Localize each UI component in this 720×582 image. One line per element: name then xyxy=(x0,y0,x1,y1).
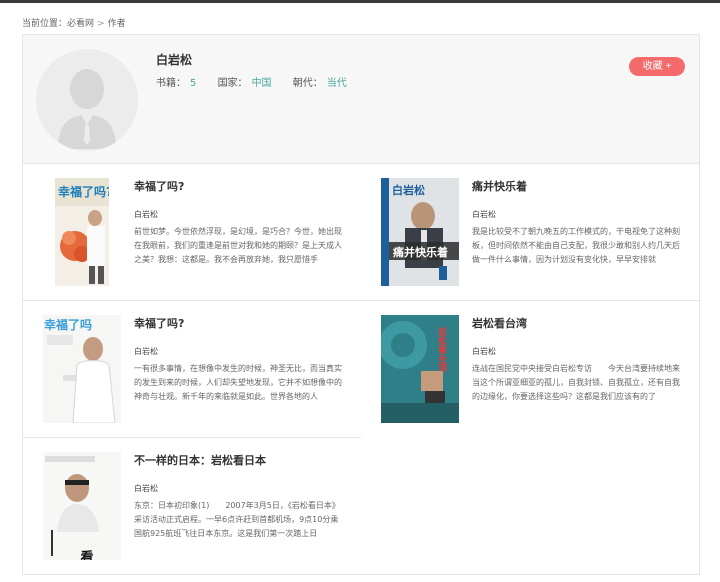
dynasty-link[interactable]: 当代 xyxy=(327,78,347,89)
dynasty-label: 朝代： xyxy=(292,78,323,89)
breadcrumb-home-link[interactable]: 必看网 xyxy=(67,19,94,29)
book-cover[interactable]: 幸福了吗? xyxy=(55,178,109,286)
book-cover-image: 幸福了吗? xyxy=(55,178,109,286)
book-cover-title-text: 幸福了吗 xyxy=(44,317,92,332)
country-link[interactable]: 中国 xyxy=(252,78,272,89)
book-title-link[interactable]: 幸福了吗? xyxy=(134,178,184,194)
book-author: 白岩松 xyxy=(472,210,496,219)
books-label: 书籍： xyxy=(156,78,186,89)
author-meta: 书籍： 5 国家： 中国 朝代： 当代 xyxy=(156,74,365,89)
book-cover-image: 看日本 xyxy=(43,452,121,560)
breadcrumb-current: 作者 xyxy=(107,19,126,29)
book-title-link[interactable]: 岩松看台湾 xyxy=(472,315,527,331)
book-cover-title-text: 幸福了吗? xyxy=(58,184,109,199)
book-title-link[interactable]: 不一样的日本：岩松看日本 xyxy=(134,452,266,468)
book-item[interactable]: 幸福了吗? 幸福了吗? 白岩松 前世如梦。今世依然浮现，是幻境，是巧合？今世，她… xyxy=(23,164,361,299)
book-description: 一有很多事情，在想像中发生的时候，神圣无比，而当真实的发生到来的时候，人们却失望… xyxy=(134,364,342,401)
books-count-link[interactable]: 5 xyxy=(190,78,196,89)
default-user-icon xyxy=(36,49,138,151)
favorite-button[interactable]: 收藏 + xyxy=(629,57,685,76)
book-author: 白岩松 xyxy=(134,484,158,493)
book-title-link[interactable]: 痛并快乐着 xyxy=(472,178,527,194)
book-cover[interactable]: 岩松看台湾 xyxy=(381,315,459,423)
breadcrumb: 当前位置：必看网 > 作者 xyxy=(22,16,126,29)
book-cover-image: 幸福了吗 xyxy=(43,315,121,423)
book-description: 我是比较受不了朝九晚五的工作模式的，干电视免了这种刻板，但时间依然不能由自己支配… xyxy=(472,227,680,264)
author-panel: 白岩松 书籍： 5 国家： 中国 朝代： 当代 收藏 + xyxy=(22,34,700,164)
country-label: 国家： xyxy=(217,78,248,89)
book-item[interactable]: 岩松看台湾 岩松看台湾 白岩松 连战在国民党中央接受白岩松专访 今天台湾要持续地… xyxy=(361,301,701,436)
breadcrumb-separator: > xyxy=(97,19,105,29)
book-title-link[interactable]: 幸福了吗? xyxy=(134,315,184,331)
book-cover[interactable]: 看日本 xyxy=(43,452,121,560)
book-cover-author-text: 白岩松 xyxy=(392,183,425,197)
book-cover[interactable]: 白岩松 痛并快乐着 xyxy=(381,178,459,286)
book-cover-image: 白岩松 痛并快乐着 xyxy=(381,178,459,286)
book-author: 白岩松 xyxy=(134,347,158,356)
book-item[interactable]: 白岩松 痛并快乐着 痛并快乐着 白岩松 我是比较受不了朝九晚五的工作模式的，干电… xyxy=(361,164,701,299)
book-description: 连战在国民党中央接受白岩松专访 今天台湾要持续地来当这个所谓亚细亚的孤儿，自我封… xyxy=(472,364,680,401)
breadcrumb-prefix: 当前位置： xyxy=(22,19,68,29)
book-item[interactable]: 幸福了吗 幸福了吗? 白岩松 一有很多事情，在想像中发生的时候，神圣无比，而当真… xyxy=(23,301,361,436)
book-cover-image: 岩松看台湾 xyxy=(381,315,459,423)
book-item[interactable]: 看日本 不一样的日本：岩松看日本 白岩松 东京：日本初印象(1) 2007年3月… xyxy=(23,438,361,573)
top-bar-line xyxy=(0,0,720,3)
book-cover[interactable]: 幸福了吗 xyxy=(43,315,121,423)
book-author: 白岩松 xyxy=(472,347,496,356)
avatar xyxy=(36,49,138,151)
book-description: 东京：日本初印象(1) 2007年3月5日，《岩松看日本》采访活动正式启程。一早… xyxy=(134,501,340,538)
book-author: 白岩松 xyxy=(134,210,158,219)
book-cover-title-text: 痛并快乐着 xyxy=(392,245,448,259)
book-description: 前世如梦。今世依然浮现，是幻境，是巧合？今世，她出现在我眼前，我们的重逢是前世对… xyxy=(134,227,342,264)
author-name: 白岩松 xyxy=(156,53,193,67)
book-list: 幸福了吗? 幸福了吗? 白岩松 前世如梦。今世依然浮现，是幻境，是巧合？今世，她… xyxy=(22,164,701,575)
book-cover-title-text: 看日本 xyxy=(78,549,94,560)
book-cover-title-text: 岩松看台湾 xyxy=(436,326,448,373)
